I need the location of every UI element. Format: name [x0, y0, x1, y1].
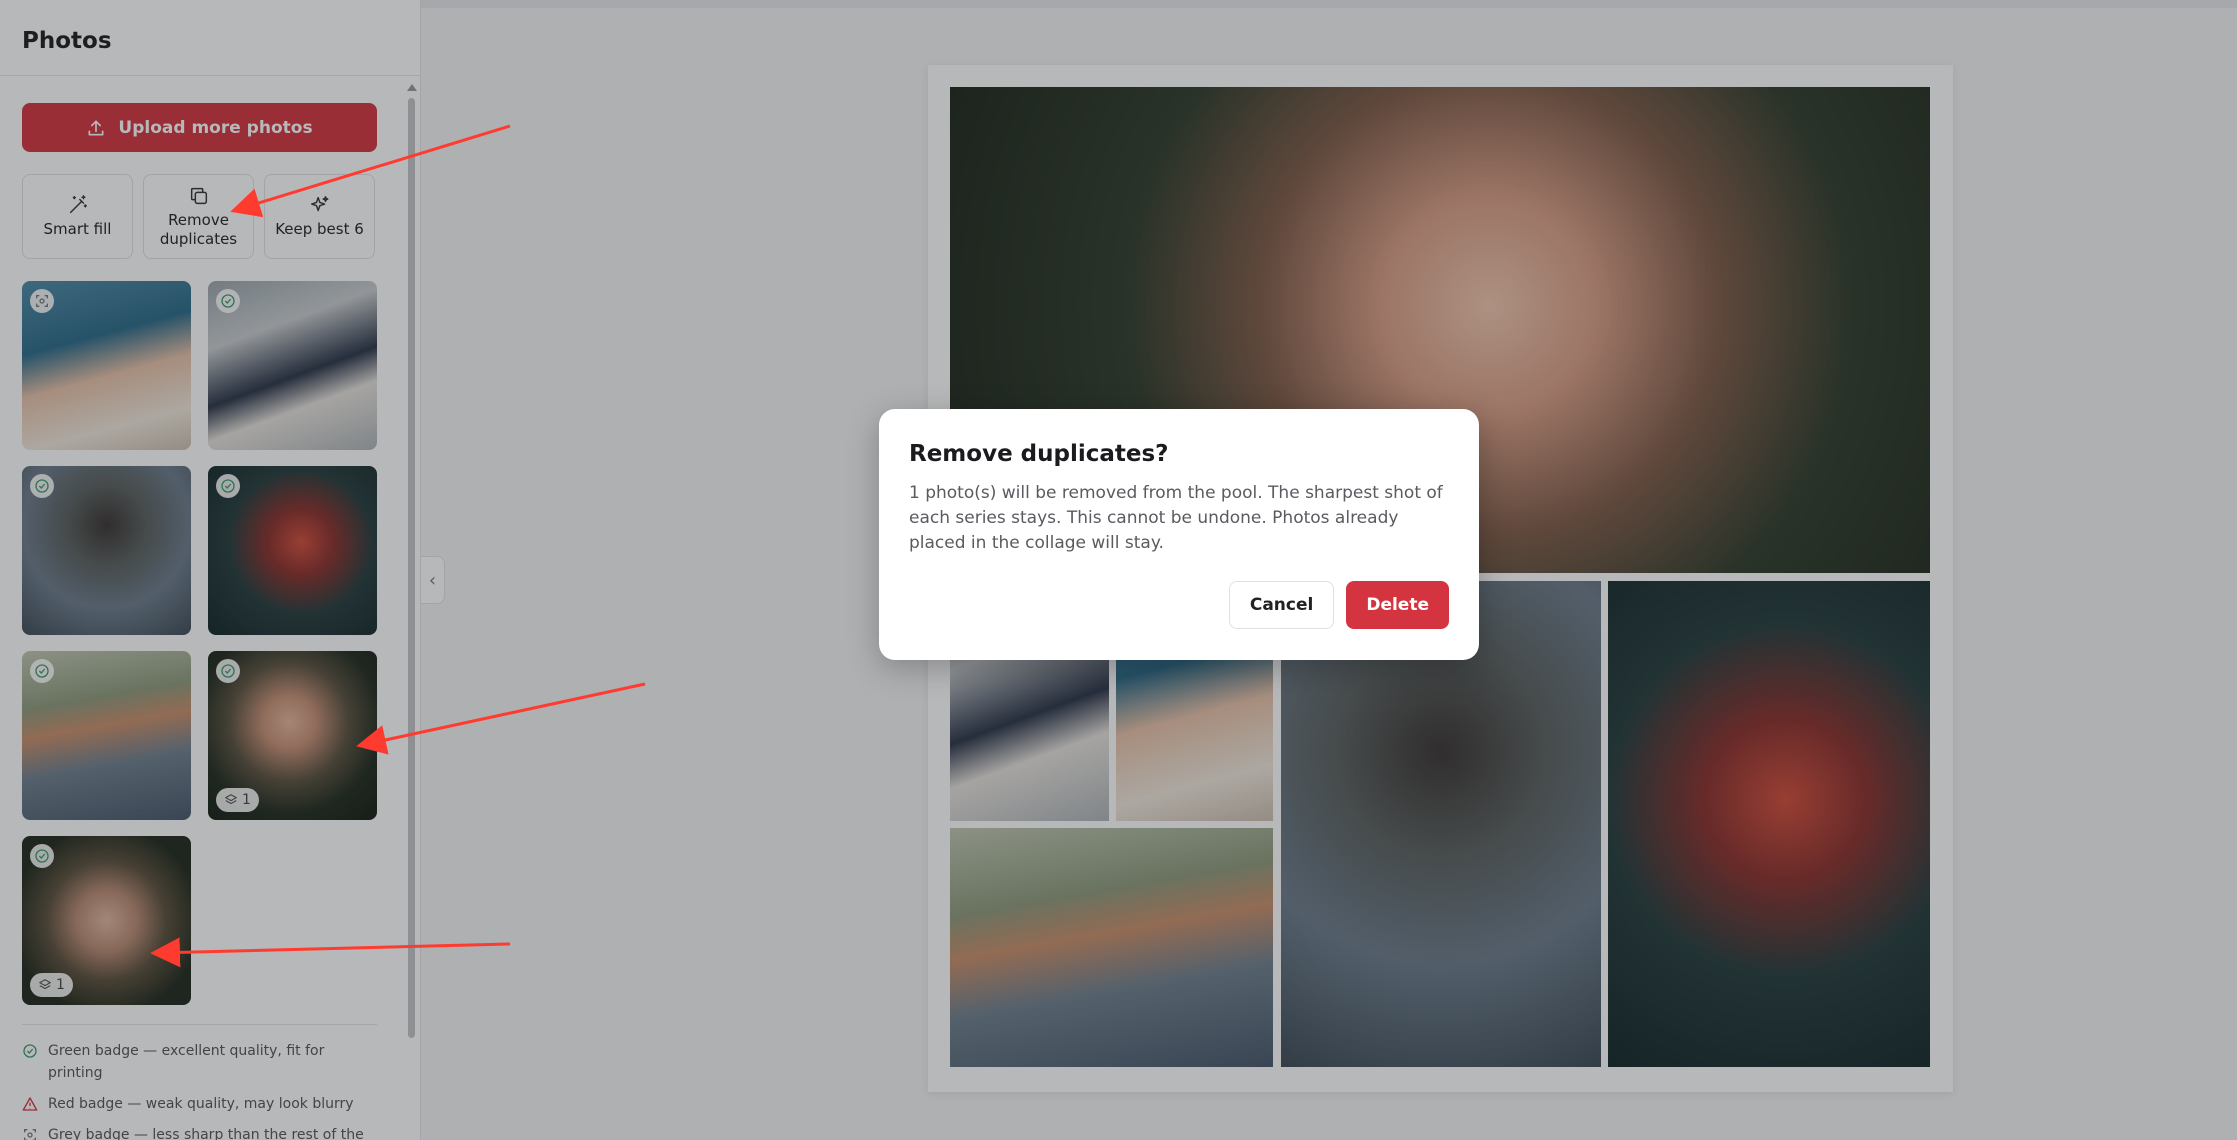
dialog-actions: Cancel Delete [1228, 581, 1449, 629]
dialog-message: 1 photo(s) will be removed from the pool… [909, 483, 1443, 553]
delete-button[interactable]: Delete [1346, 581, 1449, 629]
remove-duplicates-dialog: Remove duplicates? 1 photo(s) will be re… [879, 409, 1479, 660]
cancel-button[interactable]: Cancel [1228, 581, 1335, 629]
dialog-title: Remove duplicates? [909, 441, 1169, 467]
